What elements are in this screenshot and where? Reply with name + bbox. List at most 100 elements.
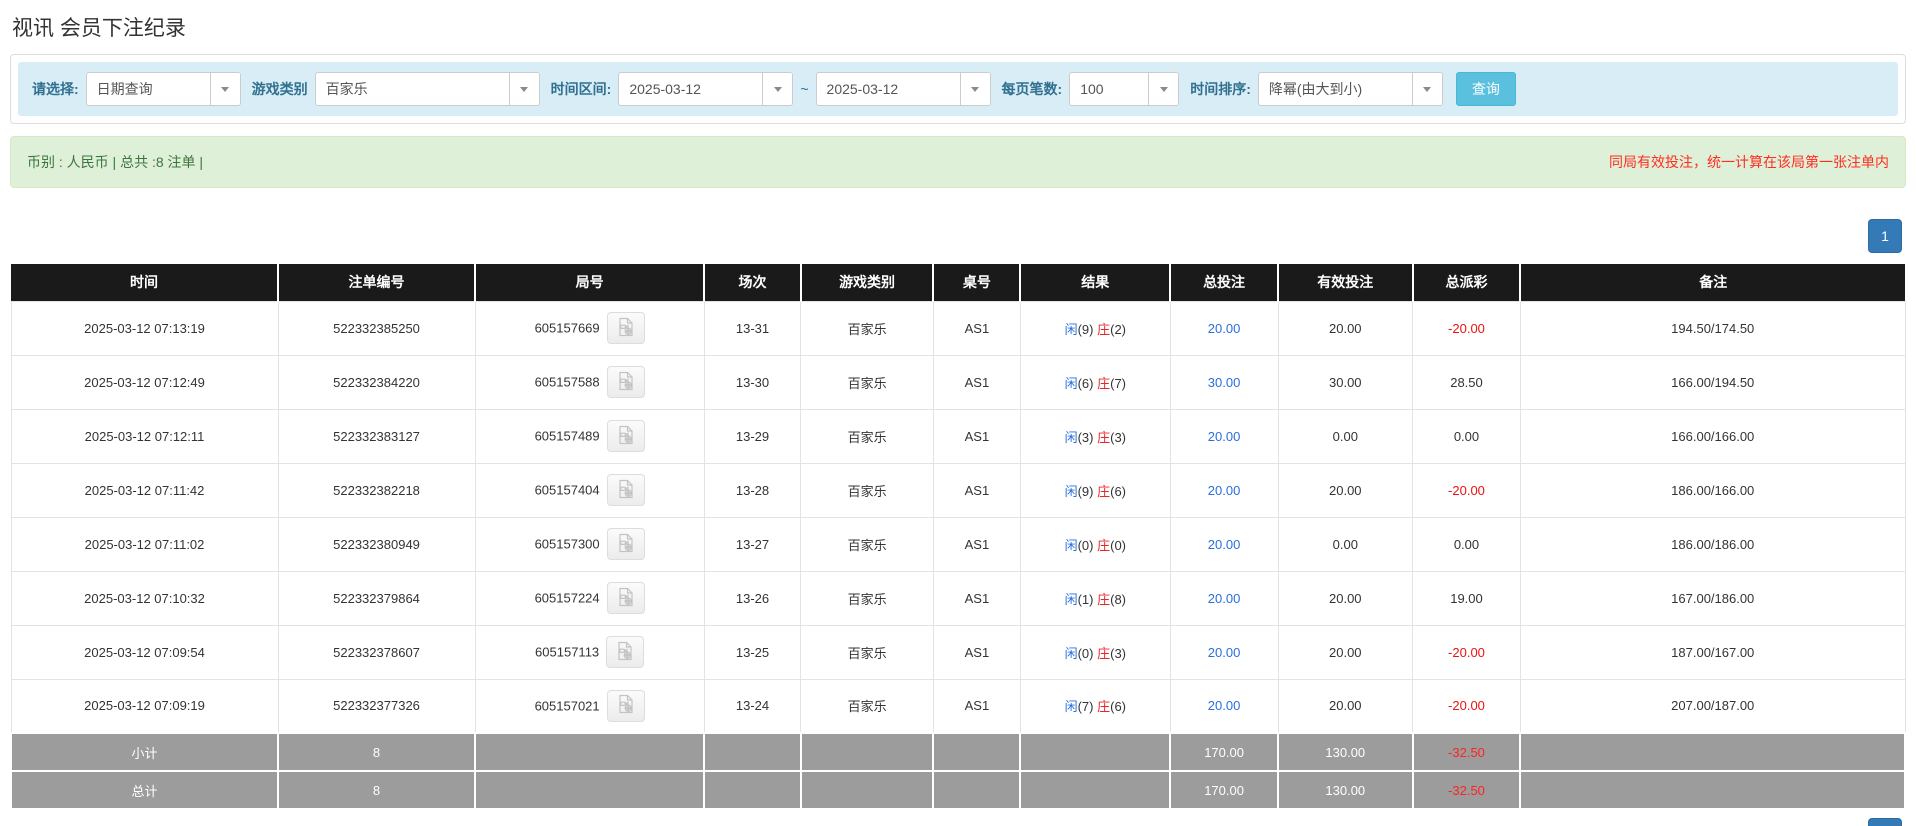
- cell-payout: 0.00: [1412, 516, 1521, 572]
- cell-remark: 187.00/167.00: [1519, 624, 1906, 680]
- video-replay-button[interactable]: [606, 474, 645, 506]
- total-bet-link[interactable]: 20.00: [1208, 698, 1241, 713]
- cell-payout: -20.00: [1412, 300, 1521, 356]
- query-type-label: 请选择:: [32, 81, 79, 97]
- cell-game-type: 百家乐: [800, 624, 934, 680]
- round-id: 605157224: [534, 590, 600, 606]
- date-from-select[interactable]: 2025-03-12: [618, 72, 794, 106]
- result-banker: 庄: [1097, 375, 1111, 391]
- payout-value: 0.00: [1453, 536, 1480, 552]
- video-replay-button[interactable]: [606, 582, 645, 614]
- summary-notice: 同局有效投注，统一计算在该局第一张注单内: [1609, 154, 1889, 170]
- video-file-icon: [615, 641, 635, 664]
- cell-bet-id: 522332380949: [277, 516, 476, 572]
- video-replay-button[interactable]: [606, 528, 645, 560]
- table-total-row: 小计 8 170.00 130.00 -32.50: [9, 732, 1906, 772]
- table-row: 2025-03-12 07:11:42 522332382218 605157404…: [10, 462, 1906, 518]
- video-replay-button[interactable]: [606, 312, 645, 344]
- cell-session: 13-27: [703, 516, 802, 572]
- table-header-row: 时间 注单编号 局号 场次 游戏类别 桌号 结果 总投注 有效投注 总派彩 备注: [11, 264, 1905, 301]
- cell-payout: 28.50: [1412, 354, 1521, 410]
- cell-table-no: AS1: [932, 462, 1021, 518]
- cell-session: 13-31: [703, 300, 802, 356]
- cell-total-bet: 20.00: [1169, 678, 1279, 734]
- time-sort-select[interactable]: 降幂(由大到小): [1257, 72, 1443, 106]
- cell-result: 闲(7) 庄(6): [1019, 678, 1171, 734]
- cell-bet-id: 522332377326: [277, 678, 476, 734]
- result-player: 闲: [1064, 375, 1078, 391]
- query-type-select[interactable]: 日期查询: [85, 72, 241, 106]
- result-player-score: (6): [1077, 375, 1094, 391]
- payout-value: -20.00: [1448, 644, 1485, 660]
- cell-game-type: 百家乐: [800, 570, 934, 626]
- page-title: 视讯 会员下注纪录: [12, 17, 186, 40]
- result-banker-score: (3): [1110, 645, 1126, 661]
- result-player-score: (0): [1077, 537, 1094, 553]
- payout-value: 19.00: [1450, 590, 1483, 606]
- cell-session: 13-25: [703, 624, 802, 680]
- video-replay-button[interactable]: [606, 420, 645, 452]
- cell-game-type: 百家乐: [800, 516, 934, 572]
- result-player: 闲: [1064, 429, 1078, 445]
- round-id: 605157300: [534, 536, 600, 552]
- cell-bet-id: 522332382218: [277, 462, 476, 518]
- cell-round: 605157404: [474, 462, 705, 518]
- time-sort-label: 时间排序:: [1190, 81, 1251, 97]
- query-type-value: 日期查询: [96, 81, 153, 97]
- page-size-label: 每页笔数:: [1001, 81, 1063, 97]
- page-size-select[interactable]: 100: [1069, 72, 1180, 106]
- result-player: 闲: [1064, 537, 1078, 553]
- payout-sum: -32.50: [1411, 732, 1522, 772]
- video-replay-button[interactable]: [606, 636, 645, 668]
- page-button-1[interactable]: 1: [1868, 219, 1902, 253]
- cell-result: 闲(0) 庄(3): [1019, 624, 1171, 680]
- video-replay-button[interactable]: [606, 366, 645, 398]
- column-header: 有效投注: [1277, 264, 1413, 301]
- video-replay-button[interactable]: [606, 689, 645, 722]
- column-header: 游戏类别: [799, 264, 934, 301]
- cell-round: 605157113: [474, 624, 705, 680]
- cell-game-type: 百家乐: [800, 300, 934, 356]
- total-label: 总计: [9, 770, 280, 810]
- valid-bet-sum: 130.00: [1277, 770, 1414, 810]
- time-sort-value: 降幂(由大到小): [1268, 81, 1363, 97]
- total-bet-link[interactable]: 20.00: [1208, 483, 1241, 498]
- date-to-select[interactable]: 2025-03-12: [815, 72, 991, 106]
- payout-sum: -32.50: [1411, 770, 1522, 810]
- page-button-1-bottom[interactable]: 1: [1868, 818, 1902, 826]
- cell-remark: 167.00/186.00: [1519, 570, 1906, 626]
- cell-game-type: 百家乐: [800, 462, 934, 518]
- cell-total-bet: 20.00: [1169, 570, 1279, 626]
- result-banker-score: (2): [1110, 321, 1126, 337]
- round-id: 605157669: [534, 320, 600, 336]
- column-header: 总派彩: [1411, 264, 1521, 301]
- cell-valid-bet: 20.00: [1277, 678, 1414, 734]
- cell-valid-bet: 20.00: [1277, 300, 1414, 356]
- cell-total-bet: 30.00: [1169, 354, 1279, 410]
- total-bet-link[interactable]: 30.00: [1208, 375, 1241, 390]
- table-row: 2025-03-12 07:09:19 522332377326 605157021…: [10, 678, 1906, 734]
- total-bet-link[interactable]: 20.00: [1208, 645, 1241, 660]
- payout-value: -20.00: [1448, 482, 1485, 498]
- cell-round: 605157489: [474, 408, 705, 464]
- total-bet-link[interactable]: 20.00: [1208, 429, 1241, 444]
- table-row: 2025-03-12 07:12:49 522332384220 605157588…: [10, 354, 1906, 410]
- total-bet-link[interactable]: 20.00: [1208, 321, 1241, 336]
- search-button[interactable]: 查询: [1455, 72, 1516, 106]
- total-label: 小计: [9, 732, 280, 772]
- result-player: 闲: [1064, 699, 1078, 715]
- cell-result: 闲(0) 庄(0): [1019, 516, 1171, 572]
- result-player-score: (9): [1077, 321, 1094, 337]
- column-header: 时间: [11, 264, 279, 301]
- result-banker: 庄: [1097, 699, 1111, 715]
- cell-table-no: AS1: [932, 678, 1021, 734]
- cell-total-bet: 20.00: [1169, 624, 1279, 680]
- game-type-select[interactable]: 百家乐: [314, 72, 540, 106]
- cell-remark: 166.00/166.00: [1519, 408, 1906, 464]
- cell-bet-id: 522332385250: [277, 300, 476, 356]
- total-bet-link[interactable]: 20.00: [1208, 537, 1241, 552]
- video-file-icon: [616, 694, 636, 717]
- result-banker: 庄: [1097, 591, 1111, 607]
- cell-time: 2025-03-12 07:11:02: [10, 516, 279, 572]
- total-bet-link[interactable]: 20.00: [1208, 591, 1241, 606]
